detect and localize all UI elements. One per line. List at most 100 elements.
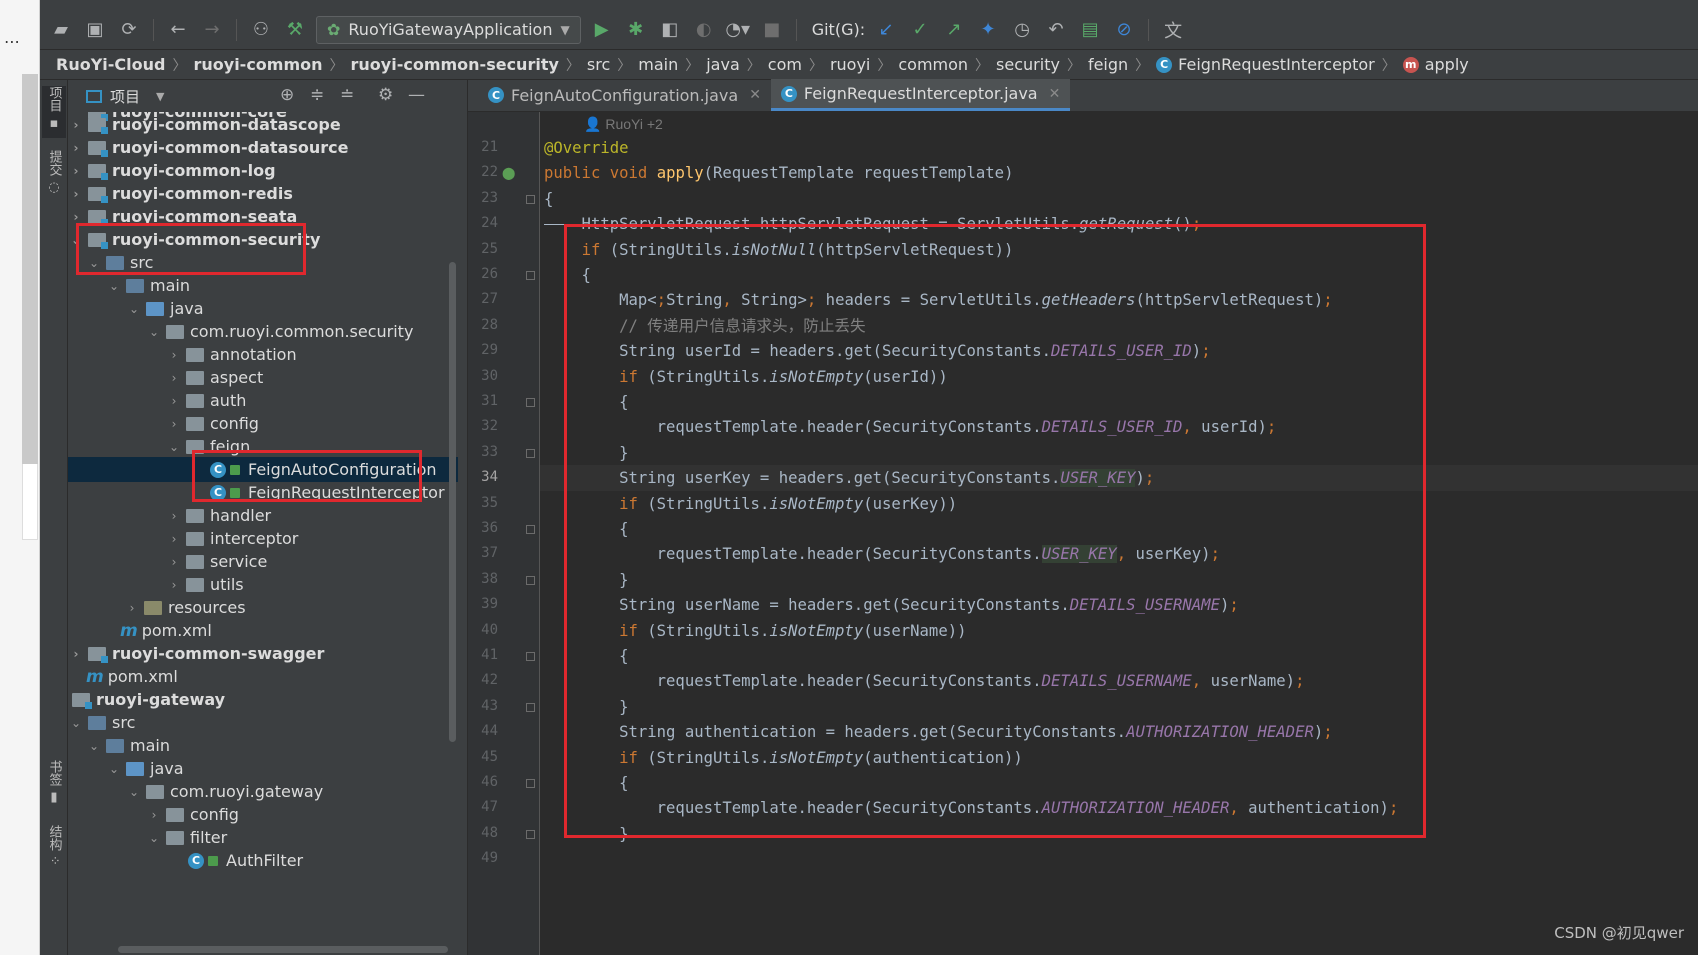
tree-item-package[interactable]: › interceptor	[68, 526, 458, 551]
line-number[interactable]: 24	[468, 215, 498, 231]
tree-item-module[interactable]: › ruoyi-common-swagger	[68, 641, 458, 666]
tree-item-package[interactable]: › config	[68, 411, 458, 436]
tab-feign-request-interceptor[interactable]: C FeignRequestInterceptor.java ✕	[770, 79, 1071, 111]
run-configuration-select[interactable]: ✿ RuoYiGatewayApplication ▼	[316, 15, 581, 44]
chevron-right-icon[interactable]: ›	[68, 210, 84, 224]
commit-tool-button[interactable]: 提交 ◌	[42, 150, 66, 200]
line-number[interactable]: 38	[468, 571, 498, 587]
forward-arrow-icon[interactable]: →	[199, 17, 225, 43]
breadcrumb-class[interactable]: C FeignRequestInterceptor	[1156, 55, 1375, 74]
tree-item-folder[interactable]: ⌄ java	[68, 296, 458, 321]
chevron-down-icon[interactable]: ⌄	[126, 785, 142, 799]
tree-item-folder[interactable]: › resources	[68, 595, 458, 620]
line-number[interactable]: 48	[468, 825, 498, 841]
code-line[interactable]	[540, 846, 1698, 872]
tree-item-package[interactable]: ⌄ com.ruoyi.gateway	[68, 779, 458, 804]
git-merge-icon[interactable]: ✦	[975, 17, 1001, 43]
line-number[interactable]: 34	[468, 469, 498, 485]
more-run-icon[interactable]: ◔▾	[725, 17, 751, 43]
chevron-right-icon[interactable]: ›	[166, 509, 182, 523]
run-icon[interactable]: ▶	[589, 17, 615, 43]
chevron-right-icon[interactable]: ›	[68, 187, 84, 201]
translate-icon[interactable]: 文	[1160, 17, 1186, 43]
line-number[interactable]: 49	[468, 850, 498, 866]
line-number[interactable]: 22	[468, 164, 498, 180]
breadcrumb-item[interactable]: ruoyi-common	[193, 55, 322, 74]
chevron-right-icon[interactable]: ›	[124, 601, 140, 615]
tree-item-package[interactable]: › utils	[68, 572, 458, 597]
chevron-right-icon[interactable]: ›	[68, 118, 84, 132]
breadcrumb-item[interactable]: ruoyi-common-security	[351, 55, 559, 74]
fold-marker-icon[interactable]	[526, 271, 535, 280]
line-number[interactable]: 40	[468, 622, 498, 638]
line-number[interactable]: 27	[468, 291, 498, 307]
tree-item-package[interactable]: › aspect	[68, 365, 458, 390]
chevron-right-icon[interactable]: ›	[68, 164, 84, 178]
tree-item-folder[interactable]: ⌄ main	[68, 273, 458, 298]
tree-item-module[interactable]: ⌄ruoyi-gateway	[68, 687, 442, 712]
close-icon[interactable]: ✕	[1049, 86, 1061, 102]
fold-marker-icon[interactable]	[526, 829, 535, 839]
code-editor[interactable]: 21 22 23 24 25 26 27 28 29 30 31 32 33 34 35 36 37 38 39 40…	[468, 112, 1698, 955]
chevron-down-icon[interactable]: ⌄	[166, 440, 182, 454]
fold-marker-icon[interactable]	[526, 702, 535, 712]
line-number[interactable]: 37	[468, 545, 498, 561]
debug-bug-icon[interactable]: ✱	[623, 17, 649, 43]
coverage-icon[interactable]: ◧	[657, 17, 683, 43]
line-number[interactable]: 43	[468, 698, 498, 714]
tree-item-package[interactable]: ⌄ filter	[68, 825, 458, 850]
tree-item-package[interactable]: › service	[68, 549, 458, 574]
tree-item-module[interactable]: › ruoyi-common-log	[68, 158, 458, 183]
back-arrow-icon[interactable]: ←	[165, 17, 191, 43]
fold-marker-icon[interactable]	[526, 779, 535, 788]
tree-item-module[interactable]: › ruoyi-common-datasource	[68, 135, 458, 160]
chevron-right-icon[interactable]: ›	[166, 371, 182, 385]
chevron-right-icon[interactable]: ›	[166, 578, 182, 592]
chevron-right-icon[interactable]: ›	[68, 141, 84, 155]
profile-icon[interactable]: ◐	[691, 17, 717, 43]
chevron-down-icon[interactable]: ⌄	[126, 302, 142, 316]
breadcrumb-item[interactable]: main	[638, 55, 678, 74]
chevron-down-icon[interactable]: ⌄	[68, 716, 84, 730]
tree-item-module[interactable]: › ruoyi-common-redis	[68, 181, 458, 206]
vcs-operations-icon[interactable]: ▤	[1077, 17, 1103, 43]
chevron-down-icon[interactable]: ⌄	[106, 762, 122, 776]
no-icon[interactable]: ⊘	[1111, 17, 1137, 43]
tree-item-class[interactable]: C AuthFilter	[68, 848, 458, 873]
minimize-icon[interactable]: —	[408, 85, 425, 105]
breadcrumb-item[interactable]: src	[587, 55, 610, 74]
fold-marker-icon[interactable]	[526, 194, 535, 204]
author-hint[interactable]: 👤 RuoYi +2	[584, 116, 663, 133]
breadcrumb-item[interactable]: feign	[1088, 55, 1128, 74]
tree-item-folder[interactable]: ⌄ main	[68, 733, 458, 758]
chevron-right-icon[interactable]: ›	[166, 417, 182, 431]
code-line[interactable]: @Override	[540, 135, 1698, 161]
more-icon[interactable]: ⋯	[4, 32, 21, 51]
chevron-down-icon[interactable]: ⌄	[146, 325, 162, 339]
breadcrumb-item[interactable]: RuoYi-Cloud	[56, 55, 165, 74]
close-icon[interactable]: ✕	[749, 87, 761, 103]
tree-item-file[interactable]: m pom.xml	[68, 664, 458, 689]
line-number[interactable]: 26	[468, 266, 498, 282]
chevron-down-icon[interactable]: ▼	[156, 90, 164, 103]
line-number[interactable]: 23	[468, 190, 498, 206]
project-panel-title[interactable]: 项目	[110, 86, 140, 107]
git-commit-check-icon[interactable]: ✓	[907, 17, 933, 43]
line-number[interactable]: 39	[468, 596, 498, 612]
outer-scrollbar-thumb[interactable]	[22, 74, 38, 464]
line-number[interactable]: 45	[468, 749, 498, 765]
tree-vertical-scrollbar[interactable]	[449, 262, 456, 742]
project-tool-button[interactable]: 项目 ▪	[42, 86, 66, 138]
line-number[interactable]: 42	[468, 672, 498, 688]
line-number[interactable]: 36	[468, 520, 498, 536]
collapse-all-icon[interactable]: ≐	[340, 85, 354, 105]
line-number[interactable]: 25	[468, 241, 498, 257]
gear-icon[interactable]: ⚙	[378, 85, 393, 105]
breadcrumb-item[interactable]: ruoyi	[830, 55, 870, 74]
line-number[interactable]: 46	[468, 774, 498, 790]
breadcrumb-item[interactable]: com	[768, 55, 802, 74]
code-line[interactable]: {	[540, 186, 1698, 212]
line-number[interactable]: 30	[468, 368, 498, 384]
line-number[interactable]: 35	[468, 495, 498, 511]
fold-marker-icon[interactable]	[526, 525, 535, 534]
